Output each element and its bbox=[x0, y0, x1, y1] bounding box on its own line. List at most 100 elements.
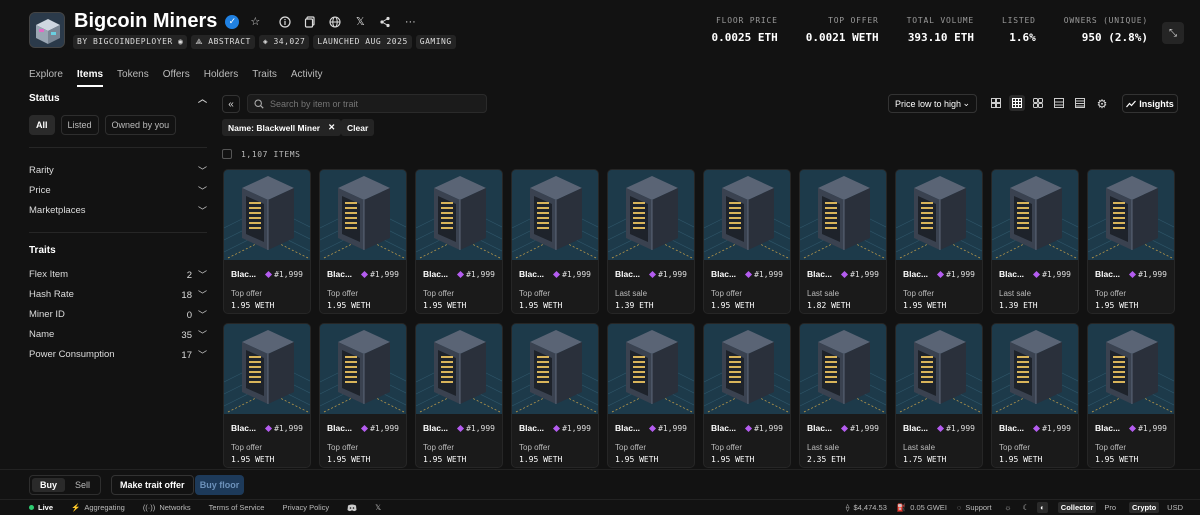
info-icon[interactable] bbox=[277, 14, 293, 30]
item-card[interactable]: Blac... #1,999 Last sale 1.82 WETH bbox=[799, 169, 887, 314]
sell-toggle[interactable]: Sell bbox=[67, 478, 98, 492]
creator-chip[interactable]: BY BIGCOINDEPLOYER ◉ bbox=[73, 35, 188, 49]
mode-collector[interactable]: Collector bbox=[1057, 502, 1097, 513]
item-card[interactable]: Blac... #1,999 Top offer 1.95 WETH bbox=[703, 169, 791, 314]
make-trait-offer-button[interactable]: Make trait offer bbox=[111, 475, 194, 495]
item-image[interactable] bbox=[608, 324, 694, 414]
trait-miner-id[interactable]: Miner ID 0 ﹀ bbox=[29, 304, 207, 324]
table-view-icon[interactable] bbox=[1072, 95, 1088, 111]
item-card[interactable]: Blac... #1,999 Last sale 2.35 ETH bbox=[799, 323, 887, 468]
item-card[interactable]: Blac... #1,999 Last sale 1.39 ETH bbox=[607, 169, 695, 314]
item-image[interactable] bbox=[704, 324, 790, 414]
status-section-header[interactable]: Status ︿ bbox=[29, 92, 207, 105]
status-listed-pill[interactable]: Listed bbox=[60, 115, 99, 135]
copy-icon[interactable] bbox=[302, 14, 318, 30]
item-card[interactable]: Blac... #1,999 Top offer 1.95 WETH bbox=[415, 169, 503, 314]
tab-explore[interactable]: Explore bbox=[29, 69, 63, 87]
discord-icon[interactable] bbox=[347, 504, 357, 512]
item-card[interactable]: Blac... #1,999 Top offer 1.95 WETH bbox=[1087, 169, 1175, 314]
grid-small-view-icon[interactable] bbox=[1030, 95, 1046, 111]
item-image[interactable] bbox=[224, 324, 310, 414]
terms-link[interactable]: Terms of Service bbox=[209, 503, 265, 512]
moon-icon[interactable]: ☾ bbox=[1020, 502, 1033, 513]
item-image[interactable] bbox=[704, 170, 790, 260]
search-box[interactable] bbox=[247, 94, 487, 113]
item-card[interactable]: Blac... #1,999 Last sale 1.75 WETH bbox=[895, 323, 983, 468]
more-icon[interactable]: ··· bbox=[402, 14, 418, 30]
tab-activity[interactable]: Activity bbox=[291, 69, 323, 87]
trait-flex-item[interactable]: Flex Item 2 ﹀ bbox=[29, 264, 207, 284]
filter-marketplaces[interactable]: Marketplaces ﹀ bbox=[29, 200, 207, 220]
item-card[interactable]: Blac... #1,999 Top offer 1.95 WETH bbox=[511, 169, 599, 314]
chevron-up-icon[interactable]: ︿ bbox=[198, 92, 207, 105]
item-image[interactable] bbox=[992, 170, 1078, 260]
item-image[interactable] bbox=[608, 170, 694, 260]
item-card[interactable]: Blac... #1,999 Top offer 1.95 WETH bbox=[415, 323, 503, 468]
networks-link[interactable]: ((·)) Networks bbox=[143, 503, 191, 512]
item-card[interactable]: Blac... #1,999 Top offer 1.95 WETH bbox=[703, 323, 791, 468]
buy-toggle[interactable]: Buy bbox=[32, 478, 66, 492]
item-card[interactable]: Blac... #1,999 Top offer 1.95 WETH bbox=[895, 169, 983, 314]
item-image[interactable] bbox=[512, 170, 598, 260]
item-image[interactable] bbox=[512, 324, 598, 414]
item-card[interactable]: Blac... #1,999 Top offer 1.95 WETH bbox=[1087, 323, 1175, 468]
mode-pro[interactable]: Pro bbox=[1101, 502, 1119, 513]
trait-name[interactable]: Name 35 ﹀ bbox=[29, 324, 207, 344]
item-image[interactable] bbox=[800, 170, 886, 260]
tab-tokens[interactable]: Tokens bbox=[117, 69, 149, 87]
item-image[interactable] bbox=[416, 324, 502, 414]
tab-holders[interactable]: Holders bbox=[204, 69, 238, 87]
item-image[interactable] bbox=[992, 324, 1078, 414]
tab-offers[interactable]: Offers bbox=[163, 69, 190, 87]
x-twitter-icon[interactable]: 𝕏 bbox=[352, 14, 368, 30]
sort-dropdown[interactable]: Price low to high ⌄ bbox=[888, 94, 977, 113]
item-card[interactable]: Blac... #1,999 Top offer 1.95 WETH bbox=[223, 169, 311, 314]
item-image[interactable] bbox=[800, 324, 886, 414]
star-icon[interactable]: ☆ bbox=[247, 14, 263, 30]
buy-floor-button[interactable]: Buy floor bbox=[195, 475, 244, 495]
grid-large-view-icon[interactable] bbox=[988, 95, 1004, 111]
select-all-checkbox[interactable] bbox=[222, 149, 232, 159]
currency-usd[interactable]: USD bbox=[1164, 502, 1186, 513]
item-card[interactable]: Blac... #1,999 Top offer 1.95 WETH bbox=[607, 323, 695, 468]
item-image[interactable] bbox=[224, 170, 310, 260]
item-image[interactable] bbox=[896, 324, 982, 414]
collapse-sidebar-button[interactable]: « bbox=[222, 95, 240, 113]
x-twitter-icon[interactable]: 𝕏 bbox=[375, 503, 381, 512]
tab-items[interactable]: Items bbox=[76, 69, 104, 87]
item-card[interactable]: Blac... #1,999 Top offer 1.95 WETH bbox=[511, 323, 599, 468]
item-image[interactable] bbox=[896, 170, 982, 260]
aggregating-link[interactable]: ⚡ Aggregating bbox=[71, 503, 125, 512]
support-link[interactable]: ◌ Support bbox=[957, 503, 992, 512]
globe-icon[interactable] bbox=[327, 14, 343, 30]
item-image[interactable] bbox=[320, 170, 406, 260]
filter-price[interactable]: Price ﹀ bbox=[29, 180, 207, 200]
grid-medium-view-icon[interactable] bbox=[1009, 95, 1025, 111]
item-card[interactable]: Blac... #1,999 Top offer 1.95 WETH bbox=[319, 169, 407, 314]
item-card[interactable]: Blac... #1,999 Last sale 1.39 ETH bbox=[991, 169, 1079, 314]
active-filter-chip[interactable]: Name: Blackwell Miner ✕ bbox=[222, 119, 342, 136]
insights-button[interactable]: Insights bbox=[1122, 94, 1178, 113]
item-image[interactable] bbox=[1088, 170, 1174, 260]
privacy-link[interactable]: Privacy Policy bbox=[282, 503, 329, 512]
status-owned-pill[interactable]: Owned by you bbox=[104, 115, 177, 135]
expand-icon[interactable]: ⤡ bbox=[1162, 22, 1184, 44]
category-chip[interactable]: GAMING bbox=[415, 35, 456, 49]
item-card[interactable]: Blac... #1,999 Top offer 1.95 WETH bbox=[319, 323, 407, 468]
item-image[interactable] bbox=[320, 324, 406, 414]
filter-rarity[interactable]: Rarity ﹀ bbox=[29, 160, 207, 180]
contrast-icon[interactable]: ◐ bbox=[1037, 502, 1048, 513]
trait-hash-rate[interactable]: Hash Rate 18 ﹀ bbox=[29, 284, 207, 304]
gear-icon[interactable]: ⚙ bbox=[1093, 95, 1111, 113]
trait-power-consumption[interactable]: Power Consumption 17 ﹀ bbox=[29, 344, 207, 364]
status-all-pill[interactable]: All bbox=[29, 115, 55, 135]
search-input[interactable] bbox=[270, 98, 470, 109]
currency-crypto[interactable]: Crypto bbox=[1128, 502, 1160, 513]
sun-icon[interactable]: ☼ bbox=[1002, 502, 1015, 513]
tab-traits[interactable]: Traits bbox=[252, 69, 277, 87]
clear-filters-button[interactable]: Clear bbox=[341, 119, 375, 136]
item-card[interactable]: Blac... #1,999 Top offer 1.95 WETH bbox=[223, 323, 311, 468]
item-card[interactable]: Blac... #1,999 Top offer 1.95 WETH bbox=[991, 323, 1079, 468]
share-icon[interactable] bbox=[377, 14, 393, 30]
close-icon[interactable]: ✕ bbox=[328, 122, 335, 133]
